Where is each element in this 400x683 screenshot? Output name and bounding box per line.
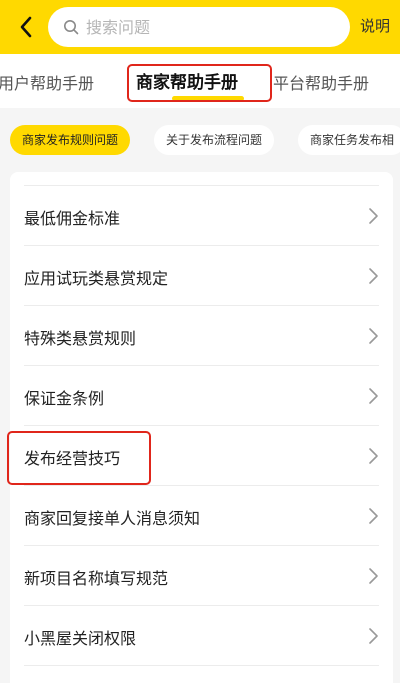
list-item-publish-tips[interactable]: 发布经营技巧 — [10, 426, 393, 486]
chevron-right-icon — [369, 388, 378, 404]
list-item-label: 发布经营技巧 — [24, 449, 121, 468]
chip-publish-process[interactable]: 关于发布流程问题 — [154, 125, 275, 155]
search-icon — [62, 18, 80, 36]
chevron-right-icon — [369, 328, 378, 344]
chevron-left-icon — [20, 16, 32, 38]
search-box[interactable] — [48, 7, 350, 47]
list-item-label: 保证金条例 — [24, 389, 105, 408]
chevron-right-icon — [369, 628, 378, 644]
active-tab-indicator — [172, 96, 244, 101]
list-item-project-naming[interactable]: 新项目名称填写规范 — [10, 546, 393, 606]
list-item-deposit-terms[interactable]: 保证金条例 — [10, 366, 393, 426]
list-item-label: 商家回复接单人消息须知 — [24, 509, 201, 528]
tab-user-manual[interactable]: 用户帮助手册 — [0, 70, 94, 94]
list-item-blacklist-permission[interactable]: 小黑屋关闭权限 — [10, 606, 393, 666]
chevron-right-icon — [369, 568, 378, 584]
list-divider — [24, 665, 379, 666]
chip-merchant-task-publish[interactable]: 商家任务发布相 — [298, 125, 400, 155]
chip-merchant-publish-rules[interactable]: 商家发布规则问题 — [10, 125, 131, 155]
list-item-special-reward-rules[interactable]: 特殊类悬赏规则 — [10, 306, 393, 366]
manual-tabs: 用户帮助手册 商家帮助手册 平台帮助手册 — [0, 54, 400, 108]
list-item-label: 小黑屋关闭权限 — [24, 629, 137, 648]
help-manual-page: 说明 用户帮助手册 商家帮助手册 平台帮助手册 商家发布规则问题 关于发布流程问… — [0, 0, 400, 683]
list-item-min-commission[interactable]: 最低佣金标准 — [10, 186, 393, 246]
back-button[interactable] — [8, 8, 44, 46]
chevron-right-icon — [369, 208, 378, 224]
tab-platform-manual[interactable]: 平台帮助手册 — [273, 70, 369, 94]
chevron-right-icon — [369, 448, 378, 464]
list-item-label: 新项目名称填写规范 — [24, 569, 169, 588]
list-item-app-trial-rules[interactable]: 应用试玩类悬赏规定 — [10, 246, 393, 306]
list-item-label: 特殊类悬赏规则 — [24, 329, 137, 348]
list-item-label: 最低佣金标准 — [24, 209, 121, 228]
chevron-right-icon — [369, 268, 378, 284]
chevron-right-icon — [369, 508, 378, 524]
search-input[interactable] — [86, 17, 326, 37]
question-list: 最低佣金标准 应用试玩类悬赏规定 特殊类悬赏规则 保证金条例 发布经营技巧 商家… — [10, 172, 393, 683]
top-bar: 说明 — [0, 0, 400, 54]
list-item-label: 应用试玩类悬赏规定 — [24, 269, 169, 288]
tab-merchant-manual[interactable]: 商家帮助手册 — [136, 68, 238, 93]
category-chips: 商家发布规则问题 关于发布流程问题 商家任务发布相 — [0, 108, 400, 172]
list-item-reply-notice[interactable]: 商家回复接单人消息须知 — [10, 486, 393, 546]
help-link[interactable]: 说明 — [360, 15, 390, 36]
